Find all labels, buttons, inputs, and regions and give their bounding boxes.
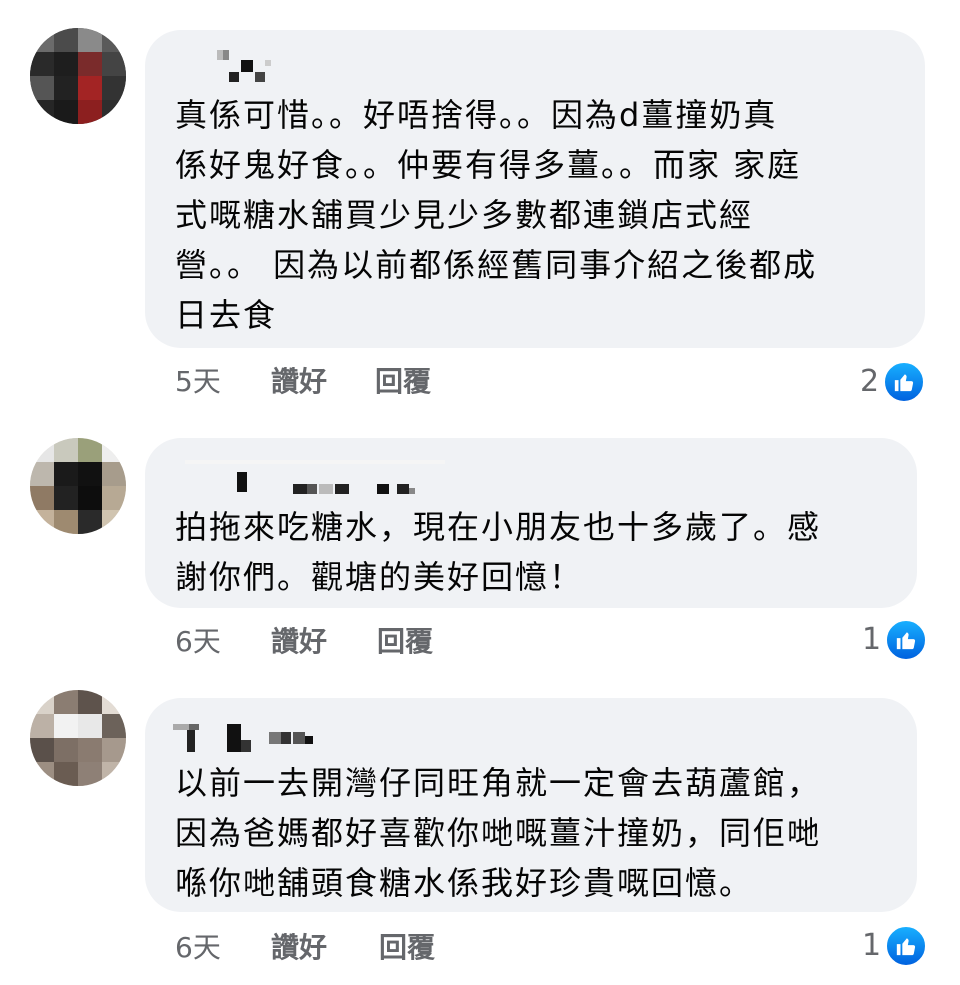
avatar[interactable] — [30, 28, 126, 124]
reaction-count: 1 — [862, 622, 882, 657]
comment-text-line: 謝你們。觀塘的美好回憶！ — [175, 558, 584, 596]
pixelated-name-icon — [217, 50, 271, 82]
reply-button[interactable]: 回覆 — [379, 928, 435, 968]
comment-text-line: 因為爸媽都好喜歡你哋嘅薑汁撞奶，同佢哋 — [175, 814, 822, 852]
comment-text: 真係可惜。。好唔捨得。。因為d薑撞奶真 係好鬼好食。。仲要有得多薑。。而家 家庭… — [175, 90, 905, 340]
author-name-obscured[interactable] — [183, 48, 283, 82]
comment-bubble: 以前一去開灣仔同旺角就一定會去葫蘆館， 因為爸媽都好喜歡你哋嘅薑汁撞奶，同佢哋 … — [145, 698, 917, 912]
comment-text-line: 日去食 — [175, 296, 278, 334]
like-icon — [883, 361, 926, 403]
comment-meta: 6天 讚好 回覆 — [175, 622, 575, 662]
comment-text-line: 營。。 因為以前都係經舊同事介紹之後都成 — [175, 246, 818, 284]
pixelated-name-icon — [185, 460, 445, 494]
comment-text-line: 以前一去開灣仔同旺角就一定會去葫蘆館， — [175, 764, 822, 802]
comment: 以前一去開灣仔同旺角就一定會去葫蘆館， 因為爸媽都好喜歡你哋嘅薑汁撞奶，同佢哋 … — [0, 690, 960, 985]
comment-meta: 5天 讚好 回覆 — [175, 362, 575, 402]
avatar[interactable] — [30, 690, 126, 786]
author-name-obscured[interactable] — [173, 720, 373, 752]
comment-text-line: 係好鬼好食。。仲要有得多薑。。而家 家庭 — [175, 146, 802, 184]
reply-button[interactable]: 回覆 — [375, 362, 431, 402]
comment-text-line: 式嘅糖水舖買少見少多數都連鎖店式經 — [175, 196, 754, 234]
reaction-count: 2 — [860, 364, 880, 399]
timestamp[interactable]: 5天 — [175, 362, 221, 402]
avatar-image — [30, 438, 126, 534]
avatar-image — [30, 690, 126, 786]
like-icon — [885, 925, 928, 967]
like-button[interactable]: 讚好 — [271, 362, 327, 402]
avatar-image — [30, 28, 126, 124]
comment-text-line: 喺你哋舖頭食糖水係我好珍貴嘅回憶。 — [175, 864, 754, 902]
comment-text-line: 真係可惜。。好唔捨得。。因為d薑撞奶真 — [175, 96, 778, 134]
comment: 真係可惜。。好唔捨得。。因為d薑撞奶真 係好鬼好食。。仲要有得多薑。。而家 家庭… — [0, 0, 960, 410]
comment-text: 拍拖來吃糖水，現在小朋友也十多歲了。感 謝你們。觀塘的美好回憶！ — [175, 502, 897, 602]
comment-bubble: 拍拖來吃糖水，現在小朋友也十多歲了。感 謝你們。觀塘的美好回憶！ — [145, 438, 917, 608]
like-button[interactable]: 讚好 — [271, 928, 327, 968]
comment-text: 以前一去開灣仔同旺角就一定會去葫蘆館， 因為爸媽都好喜歡你哋嘅薑汁撞奶，同佢哋 … — [175, 758, 897, 908]
comment-text-line: 拍拖來吃糖水，現在小朋友也十多歲了。感 — [175, 508, 822, 546]
avatar[interactable] — [30, 438, 126, 534]
timestamp[interactable]: 6天 — [175, 928, 221, 968]
author-name-obscured[interactable] — [185, 460, 445, 494]
reply-button[interactable]: 回覆 — [377, 622, 433, 662]
comment-meta: 6天 讚好 回覆 — [175, 928, 575, 968]
like-button[interactable]: 讚好 — [271, 622, 327, 662]
reaction-summary[interactable]: 2 — [860, 361, 926, 403]
like-icon — [885, 619, 928, 661]
comment: 拍拖來吃糖水，現在小朋友也十多歲了。感 謝你們。觀塘的美好回憶！ 6天 讚好 回… — [0, 410, 960, 690]
reaction-summary[interactable]: 1 — [862, 925, 928, 967]
reaction-count: 1 — [862, 928, 882, 963]
reaction-summary[interactable]: 1 — [862, 619, 928, 661]
comment-bubble: 真係可惜。。好唔捨得。。因為d薑撞奶真 係好鬼好食。。仲要有得多薑。。而家 家庭… — [145, 30, 925, 348]
pixelated-name-icon — [173, 724, 313, 752]
timestamp[interactable]: 6天 — [175, 622, 221, 662]
